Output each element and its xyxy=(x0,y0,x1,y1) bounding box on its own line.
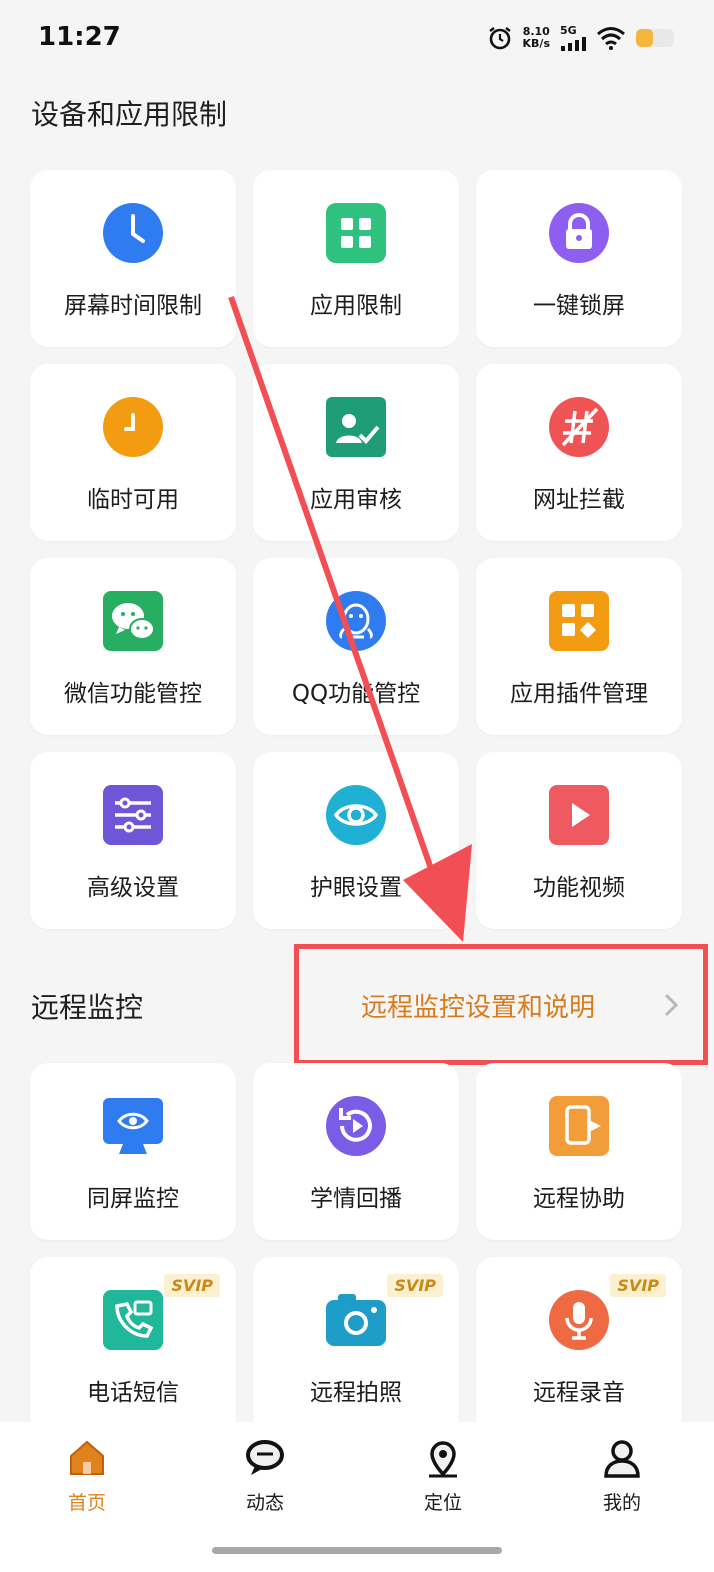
feature-one-key-lock[interactable]: 一键锁屏 xyxy=(476,170,682,347)
feature-label: 应用限制 xyxy=(310,293,402,319)
feature-label: 护眼设置 xyxy=(310,875,402,901)
camera-icon xyxy=(324,1288,388,1352)
lock-icon xyxy=(547,201,611,265)
feature-remote-photo[interactable]: SVIP 远程拍照 xyxy=(253,1257,459,1434)
net-speed: 8.10 KB/s xyxy=(522,24,550,50)
svip-badge: SVIP xyxy=(387,1274,443,1297)
feature-study-replay[interactable]: 学情回播 xyxy=(253,1063,459,1240)
status-bar: 11:27 8.10 KB/s 5G xyxy=(0,0,714,78)
feature-label: 微信功能管控 xyxy=(64,681,202,707)
battery-icon xyxy=(636,28,674,47)
network-type: 5G xyxy=(560,24,577,37)
nav-profile[interactable]: 我的 xyxy=(562,1436,682,1515)
alarm-icon xyxy=(488,26,511,49)
feature-label: 学情回播 xyxy=(310,1186,402,1212)
feature-label: 屏幕时间限制 xyxy=(64,293,202,319)
feature-label: 应用审核 xyxy=(310,487,402,513)
feature-label: 同屏监控 xyxy=(87,1186,179,1212)
feature-wechat-control[interactable]: 微信功能管控 xyxy=(30,558,236,735)
wechat-icon xyxy=(101,589,165,653)
feature-remote-recording[interactable]: SVIP 远程录音 xyxy=(476,1257,682,1434)
play-icon xyxy=(547,783,611,847)
feature-eye-protection[interactable]: 护眼设置 xyxy=(253,752,459,929)
svip-badge: SVIP xyxy=(164,1274,220,1297)
feature-remote-assist[interactable]: 远程协助 xyxy=(476,1063,682,1240)
feature-screen-mirror[interactable]: 同屏监控 xyxy=(30,1063,236,1240)
sliders-icon xyxy=(101,783,165,847)
svip-badge: SVIP xyxy=(610,1274,666,1297)
feature-app-review[interactable]: 应用审核 xyxy=(253,364,459,541)
feature-label: 远程录音 xyxy=(533,1380,625,1406)
section-title-device: 设备和应用限制 xyxy=(31,98,228,131)
feature-video[interactable]: 功能视频 xyxy=(476,752,682,929)
microphone-icon xyxy=(547,1288,611,1352)
eye-icon xyxy=(324,783,388,847)
net-speed-unit: KB/s xyxy=(522,36,550,50)
nav-label: 我的 xyxy=(602,1492,641,1514)
home-icon xyxy=(70,1440,104,1475)
url-block-icon xyxy=(547,395,611,459)
remote-monitor-settings-link[interactable]: 远程监控设置和说明 xyxy=(294,944,708,1065)
section-title-remote: 远程监控 xyxy=(31,991,144,1024)
temp-clock-icon xyxy=(101,395,165,459)
feature-advanced-settings[interactable]: 高级设置 xyxy=(30,752,236,929)
location-pin-icon xyxy=(429,1441,457,1478)
device-feature-grid: 屏幕时间限制 应用限制 一键锁屏 临时可用 应用审核 网址拦截 微信功能管控 Q… xyxy=(30,170,682,929)
app-review-icon xyxy=(324,395,388,459)
home-indicator[interactable] xyxy=(212,1547,502,1554)
profile-icon xyxy=(604,1440,640,1478)
replay-icon xyxy=(324,1094,388,1158)
nav-home[interactable]: 首页 xyxy=(27,1436,147,1515)
phone-sms-icon xyxy=(101,1288,165,1352)
feature-label: 临时可用 xyxy=(87,487,179,513)
feature-label: 应用插件管理 xyxy=(510,681,648,707)
nav-label: 首页 xyxy=(67,1492,106,1514)
feature-url-block[interactable]: 网址拦截 xyxy=(476,364,682,541)
feature-app-limit[interactable]: 应用限制 xyxy=(253,170,459,347)
feature-label: 功能视频 xyxy=(533,875,625,901)
feature-label: 网址拦截 xyxy=(533,487,625,513)
feature-label: 高级设置 xyxy=(87,875,179,901)
remote-link-label: 远程监控设置和说明 xyxy=(361,993,596,1023)
grid-apps-icon xyxy=(324,201,388,265)
status-time: 11:27 xyxy=(38,22,121,52)
nav-activity[interactable]: 动态 xyxy=(205,1436,325,1515)
remote-assist-icon xyxy=(547,1094,611,1158)
net-speed-value: 8.10 xyxy=(522,24,550,38)
feature-temporary-available[interactable]: 临时可用 xyxy=(30,364,236,541)
qq-icon xyxy=(324,589,388,653)
feature-label: 一键锁屏 xyxy=(533,293,625,319)
feature-label: 远程协助 xyxy=(533,1186,625,1212)
plugin-icon xyxy=(547,589,611,653)
feature-label: 电话短信 xyxy=(87,1380,179,1406)
chat-bubble-icon xyxy=(246,1440,284,1475)
signal-icon xyxy=(561,37,586,51)
feature-plugin-management[interactable]: 应用插件管理 xyxy=(476,558,682,735)
feature-qq-control[interactable]: QQ功能管控 xyxy=(253,558,459,735)
clock-icon xyxy=(101,201,165,265)
feature-screen-time-limit[interactable]: 屏幕时间限制 xyxy=(30,170,236,347)
nav-label: 动态 xyxy=(245,1492,284,1514)
chevron-right-icon xyxy=(665,994,679,1016)
nav-label: 定位 xyxy=(423,1492,462,1514)
feature-phone-sms[interactable]: SVIP 电话短信 xyxy=(30,1257,236,1434)
status-icons: 8.10 KB/s 5G xyxy=(487,24,674,51)
remote-feature-grid: 同屏监控 学情回播 远程协助 SVIP 电话短信 SVIP 远程拍照 SVIP … xyxy=(30,1063,682,1434)
feature-label: QQ功能管控 xyxy=(291,681,421,707)
wifi-icon xyxy=(597,26,625,50)
battery-level xyxy=(636,28,654,47)
screen-mirror-icon xyxy=(101,1094,165,1158)
nav-location[interactable]: 定位 xyxy=(383,1436,503,1515)
feature-label: 远程拍照 xyxy=(310,1380,402,1406)
